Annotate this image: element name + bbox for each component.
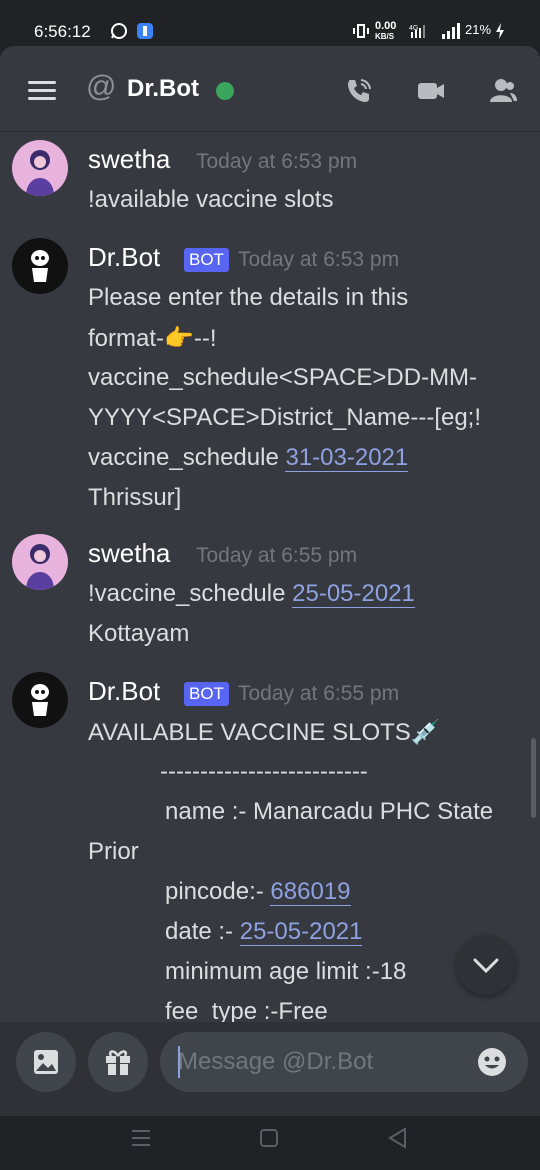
call-icon[interactable] <box>344 76 374 106</box>
message-text: Thrissur] <box>88 484 182 511</box>
system-nav-bar <box>0 1116 540 1170</box>
signal-icon <box>442 23 460 39</box>
message-text: vaccine_schedule<SPACE>DD-MM- <box>88 364 478 391</box>
message-timestamp: Today at 6:53 pm <box>196 150 358 173</box>
message-text: minimum age limit :-18 <box>165 958 407 985</box>
video-icon[interactable] <box>416 76 446 106</box>
at-icon: @ <box>86 70 117 103</box>
message-timestamp: Today at 6:55 pm <box>238 682 400 705</box>
recent-apps-icon[interactable] <box>130 1128 152 1148</box>
status-bar: 6:56:12 0.00 KB/S 4G 21% <box>0 0 540 46</box>
message-text: name :- Manarcadu PHC State <box>165 798 494 825</box>
message-author[interactable]: Dr.Bot <box>88 676 160 707</box>
message-timestamp: Today at 6:55 pm <box>196 544 358 567</box>
message-text: date :- 25-05-2021 <box>165 918 363 946</box>
jump-to-bottom-button[interactable] <box>456 935 516 995</box>
message-text: format-👉--! <box>88 325 217 352</box>
message-text: fee_type :-Free <box>165 998 328 1022</box>
message-text: vaccine_schedule 31-03-2021 <box>88 444 409 472</box>
message-text: !vaccine_schedule 25-05-2021 <box>88 580 415 608</box>
channel-title: Dr.Bot <box>127 75 199 102</box>
net-speed: 0.00 KB/S <box>375 20 397 42</box>
message-author[interactable]: swetha <box>88 538 170 569</box>
online-status-icon <box>216 82 234 100</box>
charging-icon <box>496 23 504 39</box>
message-text: YYYY<SPACE>District_Name---[eg;! <box>88 404 482 431</box>
avatar[interactable] <box>12 140 68 196</box>
message-input[interactable]: Message @Dr.Bot <box>160 1032 528 1092</box>
message-text: -------------------------- <box>160 758 368 785</box>
pincode-link[interactable]: 686019 <box>270 878 351 906</box>
scrollbar[interactable] <box>531 738 536 818</box>
message-timestamp: Today at 6:53 pm <box>238 248 400 271</box>
message-text: AVAILABLE VACCINE SLOTS💉 <box>88 719 441 746</box>
message-text: !available vaccine slots <box>88 186 334 213</box>
channel-header: @ Dr.Bot <box>0 46 540 132</box>
message-author[interactable]: Dr.Bot <box>88 242 160 273</box>
lte-signal-icon: 4G <box>409 25 425 38</box>
message-text: Kottayam <box>88 620 190 647</box>
message-text: Please enter the details in this <box>88 284 409 311</box>
message-text: Prior <box>88 838 139 865</box>
status-time: 6:56:12 <box>34 22 91 41</box>
message-text: pincode:- 686019 <box>165 878 351 906</box>
battery-level: 21% <box>465 22 492 37</box>
message-author[interactable]: swetha <box>88 144 170 175</box>
message-placeholder: Message @Dr.Bot <box>178 1048 374 1075</box>
vibrate-icon <box>353 24 369 38</box>
back-icon[interactable] <box>386 1126 408 1150</box>
bot-badge: BOT <box>184 248 229 272</box>
chevron-down-icon <box>473 958 499 974</box>
app-notification-icon <box>137 23 153 39</box>
home-icon[interactable] <box>259 1128 279 1148</box>
avatar[interactable] <box>12 238 68 294</box>
avatar[interactable] <box>12 672 68 728</box>
date-link[interactable]: 25-05-2021 <box>292 580 415 608</box>
avatar[interactable] <box>12 534 68 590</box>
whatsapp-icon <box>111 23 127 39</box>
gift-button[interactable] <box>88 1032 148 1092</box>
image-upload-button[interactable] <box>16 1032 76 1092</box>
menu-icon[interactable] <box>28 81 56 101</box>
emoji-icon[interactable] <box>476 1046 508 1078</box>
date-link[interactable]: 25-05-2021 <box>239 918 363 946</box>
image-icon <box>34 1050 58 1074</box>
message-list[interactable]: swetha Today at 6:53 pm !available vacci… <box>0 132 540 1022</box>
message-composer: Message @Dr.Bot <box>0 1022 540 1116</box>
gift-icon <box>106 1050 130 1075</box>
bot-badge: BOT <box>184 682 229 706</box>
date-link[interactable]: 31-03-2021 <box>285 444 409 472</box>
members-icon[interactable] <box>488 76 518 106</box>
